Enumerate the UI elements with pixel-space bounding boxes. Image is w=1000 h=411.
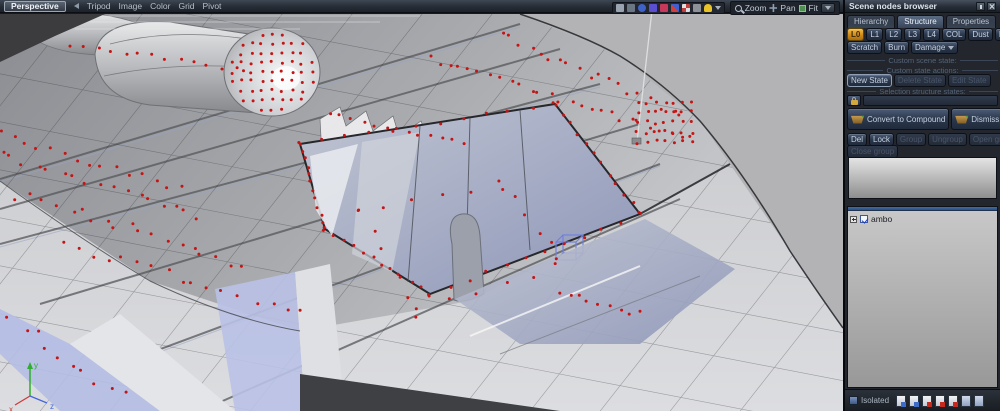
isolated-icon[interactable] bbox=[849, 396, 858, 405]
compound-basket-icon bbox=[851, 115, 864, 124]
fit-button[interactable]: Fit bbox=[809, 3, 818, 13]
panel-tabs: Hierarchy Structure Properties bbox=[847, 15, 996, 28]
lod-l3-button[interactable]: L3 bbox=[904, 28, 921, 41]
scene-nodes-browser-panel: Scene nodes browser Hierarchy Structure … bbox=[845, 0, 1000, 411]
page-copy-icon[interactable] bbox=[909, 395, 919, 407]
viewport-tool-tray bbox=[612, 2, 725, 14]
open-group-button[interactable]: Open group bbox=[969, 133, 1000, 146]
section-custom-scene-state: Custom scene state: bbox=[847, 56, 998, 65]
page-delete-icon[interactable] bbox=[935, 395, 945, 407]
zoom-button[interactable]: Zoom bbox=[745, 3, 767, 13]
lod-col-button[interactable]: COL bbox=[942, 28, 966, 41]
new-state-button[interactable]: New State bbox=[847, 74, 892, 87]
view-selector-button[interactable]: Perspective bbox=[4, 1, 66, 12]
axis-z-label: z bbox=[50, 402, 54, 411]
pan-icon[interactable] bbox=[769, 4, 777, 12]
menu-grid[interactable]: Grid bbox=[178, 1, 194, 11]
view-selector-label: Perspective bbox=[11, 1, 59, 11]
page-add-icon[interactable] bbox=[922, 395, 932, 407]
viewport-3d-scene[interactable]: y x z bbox=[0, 14, 843, 411]
move-icon[interactable] bbox=[627, 4, 635, 12]
axis-x-label: x bbox=[9, 405, 13, 411]
axis-y-label: y bbox=[34, 361, 38, 370]
lod-dirt-button[interactable]: Dirt bbox=[995, 28, 1000, 41]
lightbulb-icon[interactable] bbox=[704, 4, 712, 12]
tab-properties[interactable]: Properties bbox=[946, 15, 996, 28]
viewport-nav-group: Zoom Pan Fit bbox=[730, 1, 840, 15]
tab-structure[interactable]: Structure bbox=[897, 15, 943, 28]
burn-button[interactable]: Burn bbox=[884, 41, 909, 54]
lod-dust-button[interactable]: Dust bbox=[968, 28, 992, 41]
scratch-button[interactable]: Scratch bbox=[847, 41, 882, 54]
back-arrow-icon[interactable] bbox=[74, 3, 79, 9]
dismiss-button[interactable]: Dismiss bbox=[951, 108, 1000, 130]
lod-button-row: L0 L1 L2 L3 L4 COL Dust Dirt bbox=[847, 28, 1000, 41]
select-icon[interactable] bbox=[616, 4, 624, 12]
state-actions-row: New State Delete State Edit State bbox=[847, 74, 991, 87]
ungroup-button[interactable]: Ungroup bbox=[928, 133, 967, 146]
scene-tree[interactable]: ambo bbox=[847, 206, 998, 388]
pen-icon[interactable] bbox=[660, 4, 668, 12]
lock-state-button[interactable] bbox=[847, 95, 861, 106]
tray-dropdown-icon[interactable] bbox=[715, 6, 721, 10]
close-icon[interactable] bbox=[987, 2, 996, 11]
menu-tripod[interactable]: Tripod bbox=[87, 1, 111, 11]
delete-state-button[interactable]: Delete State bbox=[894, 74, 946, 87]
panel-statusbar: Isolated bbox=[845, 389, 1000, 411]
convert-to-compound-button[interactable]: Convert to Compound bbox=[847, 108, 949, 130]
lod-l4-button[interactable]: L4 bbox=[923, 28, 940, 41]
viewport-menubar: Perspective Tripod Image Color Grid Pivo… bbox=[0, 0, 843, 13]
eraser-icon[interactable] bbox=[693, 4, 701, 12]
lod-l2-button[interactable]: L2 bbox=[885, 28, 902, 41]
folder-list-icon[interactable] bbox=[974, 395, 984, 407]
zoom-icon[interactable] bbox=[735, 5, 742, 12]
page-icon[interactable] bbox=[896, 395, 906, 407]
damage-dropdown-button[interactable]: Damage bbox=[911, 41, 958, 54]
application-window: Perspective Tripod Image Color Grid Pivo… bbox=[0, 0, 1000, 411]
scene-svg: y x z bbox=[0, 14, 843, 411]
fit-icon[interactable] bbox=[799, 5, 806, 12]
lod-l1-button[interactable]: L1 bbox=[866, 28, 883, 41]
structure-states-list[interactable] bbox=[848, 157, 997, 199]
damage-button-row: Scratch Burn Damage bbox=[847, 41, 958, 54]
page-alert-icon[interactable] bbox=[948, 395, 958, 407]
camera-dropdown-button[interactable] bbox=[821, 3, 835, 13]
sphere-icon[interactable] bbox=[638, 4, 646, 12]
lod-l0-button[interactable]: L0 bbox=[847, 28, 864, 41]
visibility-checkbox[interactable] bbox=[860, 215, 868, 223]
folder-tree-icon[interactable] bbox=[961, 395, 971, 407]
expand-icon[interactable] bbox=[850, 216, 857, 223]
brush-icon[interactable] bbox=[649, 4, 657, 12]
panel-header: Scene nodes browser bbox=[845, 0, 1000, 13]
tree-item-ambo[interactable]: ambo bbox=[848, 211, 997, 227]
isolated-toggle[interactable]: Isolated bbox=[861, 396, 889, 405]
lock-row bbox=[847, 95, 998, 106]
panel-title: Scene nodes browser bbox=[849, 1, 974, 11]
menu-pivot[interactable]: Pivot bbox=[203, 1, 222, 11]
group-button[interactable]: Group bbox=[896, 133, 926, 146]
pin-icon[interactable] bbox=[976, 2, 985, 11]
pan-button[interactable]: Pan bbox=[780, 3, 795, 13]
palette-icon[interactable] bbox=[671, 4, 679, 12]
checker-icon[interactable] bbox=[682, 4, 690, 12]
viewport: Perspective Tripod Image Color Grid Pivo… bbox=[0, 0, 843, 411]
tab-hierarchy[interactable]: Hierarchy bbox=[847, 15, 895, 28]
dismiss-basket-icon bbox=[955, 115, 968, 124]
menu-color[interactable]: Color bbox=[150, 1, 170, 11]
state-slot-bar[interactable] bbox=[863, 95, 998, 106]
edit-state-button[interactable]: Edit State bbox=[948, 74, 991, 87]
chevron-down-icon bbox=[948, 46, 954, 50]
tree-item-label: ambo bbox=[871, 214, 892, 224]
menu-image[interactable]: Image bbox=[119, 1, 143, 11]
compound-actions-row: Convert to Compound Dismiss bbox=[847, 108, 998, 130]
